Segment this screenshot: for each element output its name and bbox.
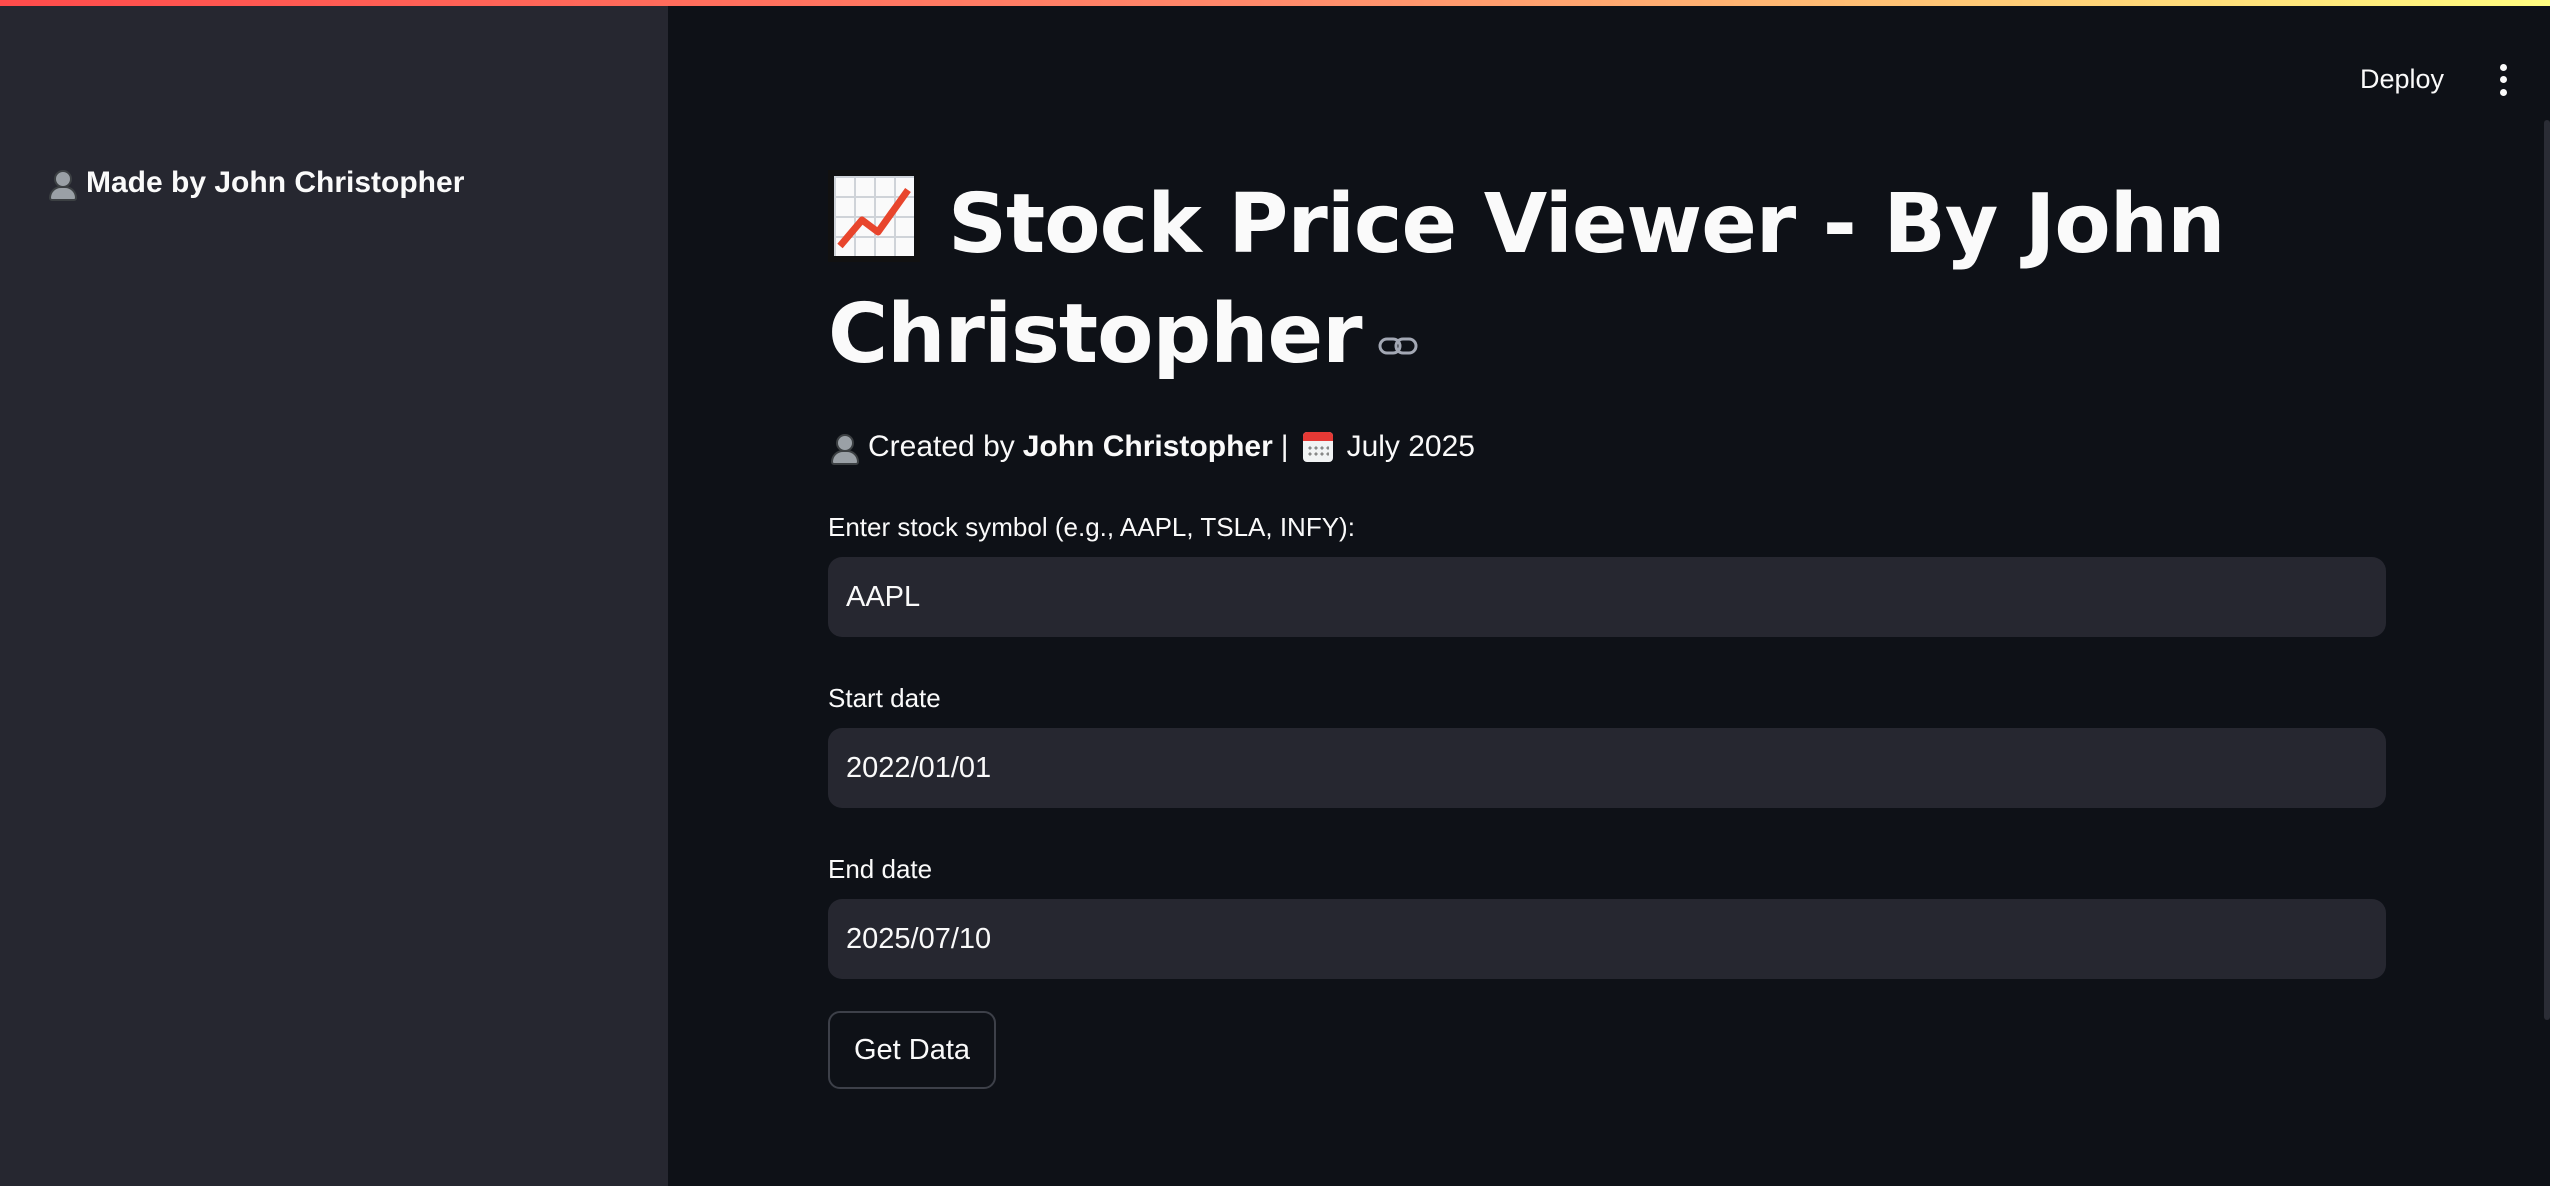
person-emoji-icon xyxy=(828,432,859,465)
caption-separator: | xyxy=(1280,430,1289,463)
sidebar: Made by John Christopher xyxy=(0,0,668,1186)
toolbar: Deploy xyxy=(2348,56,2510,103)
link-icon[interactable] xyxy=(1378,278,1418,355)
caption-date: July 2025 xyxy=(1346,430,1475,463)
start-date-label: Start date xyxy=(828,683,941,713)
get-data-button[interactable]: Get Data xyxy=(828,1011,997,1089)
end-date-input[interactable]: 2025/07/10 xyxy=(828,899,2386,979)
stock-symbol-input[interactable]: AAPL xyxy=(828,557,2386,637)
calendar-emoji-icon xyxy=(1302,432,1333,462)
caption-prefix: Created by xyxy=(868,430,1015,463)
more-vertical-icon[interactable] xyxy=(2496,60,2510,100)
caption-author: John Christopher xyxy=(1022,430,1273,463)
start-date-input[interactable]: 2022/01/01 xyxy=(828,728,2386,808)
deploy-button[interactable]: Deploy xyxy=(2348,56,2456,103)
person-emoji-icon xyxy=(46,168,77,201)
page-title: Stock Price Viewer - By John Christopher xyxy=(828,170,2386,388)
page-title-text: Stock Price Viewer - By John Christopher xyxy=(828,177,2225,382)
sidebar-credit-text: Made by John Christopher xyxy=(86,166,465,199)
scrollbar[interactable] xyxy=(2544,120,2550,1020)
chart-increasing-emoji-icon xyxy=(828,170,920,262)
symbol-label: Enter stock symbol (e.g., AAPL, TSLA, IN… xyxy=(828,512,1355,542)
caption-line: Created by John Christopher | July 2025 xyxy=(828,430,2386,465)
content-block: Stock Price Viewer - By John Christopher… xyxy=(828,170,2386,1089)
header-decoration-bar xyxy=(0,0,2550,6)
end-date-label: End date xyxy=(828,854,933,884)
main-content: Deploy Stock Price Viewer - By John Chri… xyxy=(668,0,2550,1186)
sidebar-credit: Made by John Christopher xyxy=(46,166,465,201)
